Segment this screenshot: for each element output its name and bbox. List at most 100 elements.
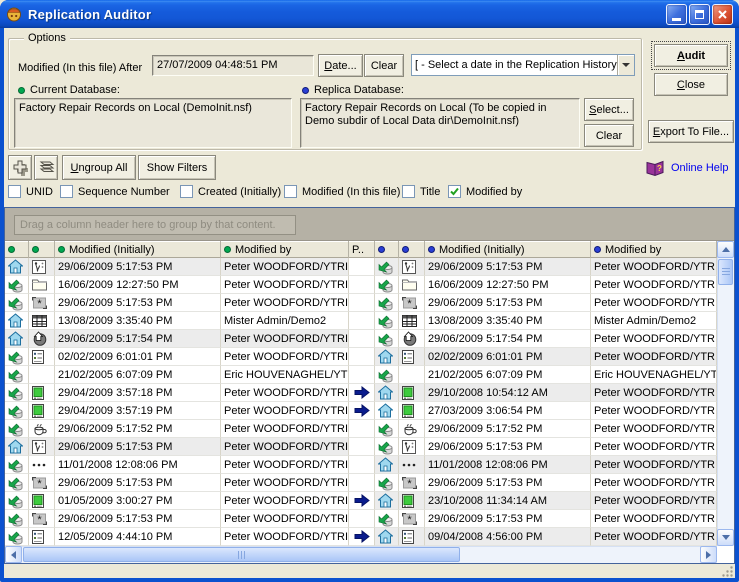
ungroup-all-button[interactable]: Ungroup All [62,155,136,180]
design-icon [402,440,416,454]
layers-tool-button[interactable] [34,155,58,180]
column-header-modified-initially-[interactable]: Modified (Initially) [425,241,591,258]
date-button[interactable]: Date... [318,54,363,77]
cell-modified-left: 29/06/2009 5:17:53 PM [55,258,221,276]
column-header-modified-by[interactable]: Modified by [591,241,717,258]
dropdown-arrow-button[interactable] [617,55,634,75]
scroll-right-button[interactable] [700,546,717,563]
table-row[interactable]: 29/06/2009 5:17:53 PMPeter WOODFORD/YTRI… [5,438,717,456]
svg-text:*: * [37,478,42,489]
table-row[interactable]: 29/04/2009 3:57:19 PMPeter WOODFORD/YTRI… [5,402,717,420]
horizontal-scroll-thumb[interactable] [23,547,460,562]
table-row[interactable]: 29/04/2009 3:57:18 PMPeter WOODFORD/YTRI… [5,384,717,402]
close-window-button[interactable] [712,4,733,25]
minimize-button[interactable] [666,4,687,25]
db-in-icon [378,313,394,329]
modified-after-field[interactable]: 27/07/2009 04:48:51 PM [152,55,314,76]
cell-type-right [399,492,425,510]
house-icon [378,349,393,364]
db-in-icon [8,493,24,509]
add-tool-button[interactable] [8,155,32,180]
export-to-file-button[interactable]: Export To File... [648,120,734,143]
table-row[interactable]: 29/06/2009 5:17:53 PMPeter WOODFORD/YTRI… [5,258,717,276]
audit-button[interactable]: Audit [654,44,728,67]
svg-text:*: * [37,298,42,309]
table-row[interactable]: 13/08/2009 3:35:40 PMMister Admin/Demo21… [5,312,717,330]
svg-text:?: ? [657,164,662,173]
table-row[interactable]: 29/06/2009 5:17:52 PMPeter WOODFORD/YTRI… [5,420,717,438]
vertical-scrollbar[interactable] [717,241,734,546]
column-header-icon[interactable] [399,241,425,258]
cell-push [349,528,375,546]
dropdown-value: [ - Select a date in the Replication His… [412,59,617,71]
column-header-modified-by[interactable]: Modified by [221,241,349,258]
online-help-link[interactable]: ? Online Help [644,158,728,178]
status-strip [4,564,735,578]
table-row[interactable]: 11/01/2008 12:08:06 PMPeter WOODFORD/YTR… [5,456,717,474]
filter-checkbox-label: Title [420,186,440,198]
current-database-field[interactable]: Factory Repair Records on Local (DemoIni… [14,98,292,148]
cell-modified-by-right: Peter WOODFORD/YTRIA [591,402,717,420]
dots-icon [32,462,46,468]
cell-type-left [29,438,55,456]
show-filters-button[interactable]: Show Filters [138,155,216,180]
table-row[interactable]: 16/06/2009 12:27:50 PMPeter WOODFORD/YTR… [5,276,717,294]
close-button[interactable]: Close [654,73,728,96]
column-header-icon[interactable] [29,241,55,258]
table-row[interactable]: 12/05/2009 4:44:10 PMPeter WOODFORD/YTRI… [5,528,717,546]
table-row[interactable]: 29/06/2009 5:17:54 PMPeter WOODFORD/YTRI… [5,330,717,348]
filter-checkbox-title[interactable]: Title [402,185,440,198]
column-header-icon[interactable] [5,241,29,258]
cell-db-left [5,420,29,438]
column-header-icon[interactable] [375,241,399,258]
cell-modified-by-right: Peter WOODFORD/YTRIA [591,420,717,438]
column-header-p-[interactable]: P.. [349,241,375,258]
vertical-scroll-thumb[interactable] [718,259,733,285]
cell-modified-by-left: Peter WOODFORD/YTRIA [221,348,349,366]
table-row[interactable]: 02/02/2009 6:01:01 PMPeter WOODFORD/YTRI… [5,348,717,366]
scroll-down-button[interactable] [717,529,734,546]
coffee-icon [402,422,418,436]
filter-checkbox-modified-in-this-file-[interactable]: Modified (In this file) [284,185,400,198]
cell-modified-left: 01/05/2009 3:00:27 PM [55,492,221,510]
table-row[interactable]: *29/06/2009 5:17:53 PMPeter WOODFORD/YTR… [5,294,717,312]
cell-db-right [375,456,399,474]
cell-modified-right: 23/10/2008 11:34:14 AM [425,492,591,510]
dots-icon [402,462,416,468]
cell-modified-by-left: Peter WOODFORD/YTRIA [221,420,349,438]
resize-grip[interactable] [721,565,734,581]
horizontal-scrollbar[interactable] [5,546,717,563]
table-row[interactable]: *29/06/2009 5:17:53 PMPeter WOODFORD/YTR… [5,510,717,528]
replica-database-field[interactable]: Factory Repair Records on Local (To be c… [300,98,580,148]
clear-date-button[interactable]: Clear [364,54,404,77]
maximize-button[interactable] [689,4,710,25]
scroll-left-button[interactable] [5,546,22,563]
cell-push [349,348,375,366]
table-row[interactable]: 21/02/2005 6:07:09 PMEric HOUVENAGHEL/YT… [5,366,717,384]
group-by-bar[interactable]: Drag a column header here to group by th… [5,208,734,241]
cell-db-right [375,276,399,294]
cross-tool-icon [12,160,28,176]
select-replica-button[interactable]: Select... [584,98,634,121]
cell-modified-left: 21/02/2005 6:07:09 PM [55,366,221,384]
clear-replica-button[interactable]: Clear [584,124,634,147]
green-dot-icon [8,246,15,253]
layers-icon [38,161,55,174]
column-header-modified-initially-[interactable]: Modified (Initially) [55,241,221,258]
cell-db-right [375,312,399,330]
cell-type-left [29,348,55,366]
cell-modified-right: 29/06/2009 5:17:53 PM [425,438,591,456]
scroll-up-button[interactable] [717,241,734,258]
cell-type-right [399,402,425,420]
filter-checkbox-unid[interactable]: UNID [8,185,53,198]
filter-checkbox-modified-by[interactable]: Modified by [448,185,522,198]
table-row[interactable]: 01/05/2009 3:00:27 PMPeter WOODFORD/YTRI… [5,492,717,510]
replication-history-dropdown[interactable]: [ - Select a date in the Replication His… [411,54,635,76]
push-arrow-icon [354,494,370,507]
filter-checkbox-created-initially-[interactable]: Created (Initially) [180,185,281,198]
push-arrow-icon [354,404,370,417]
cell-db-left [5,492,29,510]
star-icon: * [402,477,417,489]
filter-checkbox-sequence-number[interactable]: Sequence Number [60,185,170,198]
table-row[interactable]: *29/06/2009 5:17:53 PMPeter WOODFORD/YTR… [5,474,717,492]
